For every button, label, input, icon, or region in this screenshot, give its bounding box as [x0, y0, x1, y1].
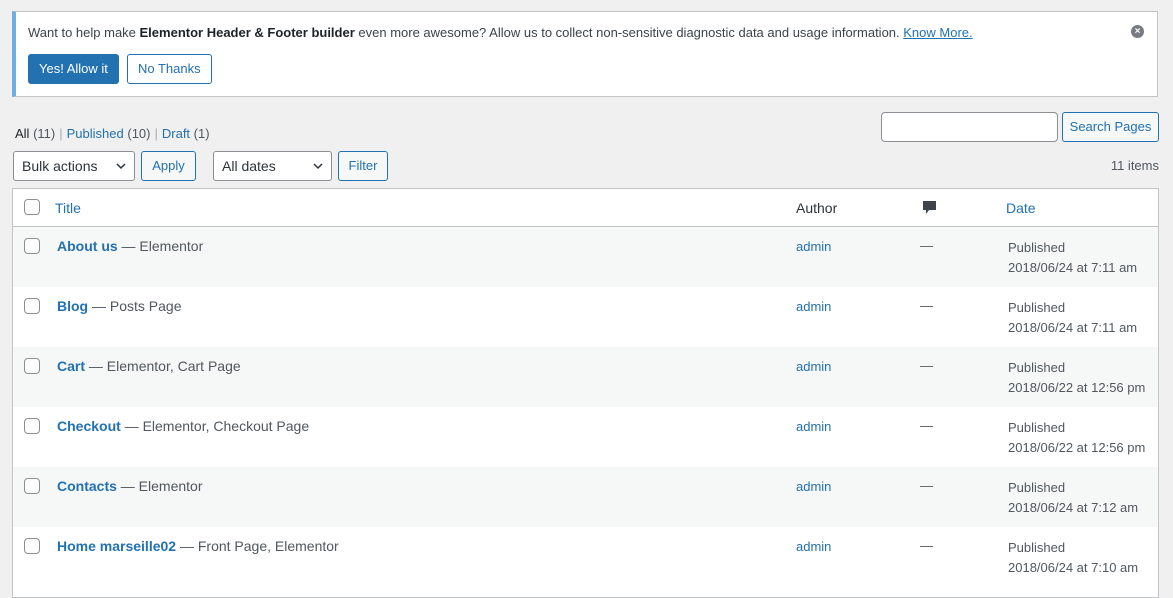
page-title-link[interactable]: Checkout: [57, 418, 121, 434]
notice-text-end: even more awesome? Allow us to collect n…: [354, 25, 904, 40]
row-title: Blog — Posts Page: [57, 298, 182, 314]
notice-message: Want to help make Elementor Header & Foo…: [28, 25, 973, 40]
date-filter-select[interactable]: All dates: [213, 151, 332, 181]
page-title-link[interactable]: Cart: [57, 358, 85, 374]
table-header: Title Author Date: [13, 189, 1158, 227]
row-checkbox[interactable]: [24, 298, 40, 314]
close-icon[interactable]: ×: [1131, 25, 1144, 38]
post-status: Published: [1008, 240, 1066, 255]
search-input[interactable]: [881, 112, 1058, 142]
bulk-actions-value: Bulk actions: [22, 158, 98, 174]
row-checkbox[interactable]: [24, 358, 40, 374]
row-checkbox[interactable]: [24, 238, 40, 254]
page-title-link[interactable]: Blog: [57, 298, 88, 314]
row-title: Cart — Elementor, Cart Page: [57, 358, 241, 374]
apply-button[interactable]: Apply: [141, 151, 196, 181]
row-title: Checkout — Elementor, Checkout Page: [57, 418, 309, 434]
select-all-checkbox[interactable]: [24, 199, 40, 215]
pages-table: Title Author Date About us — Elementor a…: [12, 188, 1159, 598]
row-date: Published 2018/06/24 at 7:12 am: [1008, 478, 1138, 518]
comment-bubble-icon[interactable]: [922, 200, 937, 216]
row-checkbox[interactable]: [24, 538, 40, 554]
post-status: Published: [1008, 480, 1066, 495]
author-link[interactable]: admin: [796, 419, 831, 434]
allow-button[interactable]: Yes! Allow it: [28, 54, 119, 84]
comment-count: —: [920, 478, 933, 493]
table-row: Blog — Posts Page admin — Published 2018/…: [13, 287, 1158, 347]
items-count: 11 items: [1110, 158, 1159, 173]
row-title: About us — Elementor: [57, 238, 203, 254]
post-status: Published: [1008, 360, 1066, 375]
know-more-link[interactable]: Know More.: [903, 25, 972, 40]
row-title: Home marseille02 — Front Page, Elementor: [57, 538, 339, 554]
comment-count: —: [920, 238, 933, 253]
table-row: Home marseille02 — Front Page, Elementor…: [13, 527, 1158, 587]
post-date: 2018/06/22 at 12:56 pm: [1008, 440, 1146, 455]
view-published[interactable]: Published (10): [67, 126, 151, 141]
row-title: Contacts — Elementor: [57, 478, 203, 494]
view-all[interactable]: All (11): [15, 126, 55, 141]
row-date: Published 2018/06/22 at 12:56 pm: [1008, 418, 1145, 458]
post-status: Published: [1008, 300, 1066, 315]
post-date: 2018/06/22 at 12:56 pm: [1008, 380, 1146, 395]
post-states: — Elementor, Cart Page: [85, 358, 241, 374]
bulk-actions-select[interactable]: Bulk actions: [13, 151, 135, 181]
post-status: Published: [1008, 420, 1066, 435]
row-date: Published 2018/06/24 at 7:10 am: [1008, 538, 1138, 578]
post-status: Published: [1008, 540, 1066, 555]
date-column-header[interactable]: Date: [1006, 200, 1036, 216]
no-thanks-button[interactable]: No Thanks: [127, 54, 212, 84]
chevron-down-icon: [116, 163, 126, 170]
page-title-link[interactable]: About us: [57, 238, 118, 254]
page-title-link[interactable]: Home marseille02: [57, 538, 176, 554]
notice-plugin-name: Elementor Header & Footer builder: [139, 25, 355, 40]
comment-count: —: [920, 298, 933, 313]
title-column-header[interactable]: Title: [55, 200, 81, 216]
post-date: 2018/06/24 at 7:11 am: [1008, 260, 1138, 275]
chevron-down-icon: [313, 163, 323, 170]
post-date: 2018/06/24 at 7:10 am: [1008, 560, 1139, 575]
table-row: About us — Elementor admin — Published 20…: [13, 227, 1158, 287]
notice-text-start: Want to help make: [28, 25, 140, 40]
author-link[interactable]: admin: [796, 239, 831, 254]
search-pages-button[interactable]: Search Pages: [1062, 112, 1159, 142]
view-filters: All (11) | Published (10) | Draft (1): [15, 126, 210, 141]
post-states: — Elementor: [117, 238, 204, 254]
post-states: — Elementor, Checkout Page: [120, 418, 310, 434]
comment-count: —: [920, 358, 933, 373]
row-date: Published 2018/06/24 at 7:11 am: [1008, 238, 1137, 278]
post-date: 2018/06/24 at 7:12 am: [1008, 500, 1139, 515]
table-row: Checkout — Elementor, Checkout Page admi…: [13, 407, 1158, 467]
row-date: Published 2018/06/24 at 7:11 am: [1008, 298, 1137, 338]
table-row: Contacts — Elementor admin — Published 20…: [13, 467, 1158, 527]
filter-button[interactable]: Filter: [338, 151, 388, 181]
row-checkbox[interactable]: [24, 478, 40, 494]
comment-count: —: [920, 418, 933, 433]
post-states: — Elementor: [116, 478, 203, 494]
table-row: Cart — Elementor, Cart Page admin — Publ…: [13, 347, 1158, 407]
author-link[interactable]: admin: [796, 299, 831, 314]
post-states: — Front Page, Elementor: [176, 538, 339, 554]
author-link[interactable]: admin: [796, 359, 831, 374]
date-filter-value: All dates: [222, 158, 276, 174]
page-title-link[interactable]: Contacts: [57, 478, 117, 494]
elementor-notice: Want to help make Elementor Header & Foo…: [12, 11, 1158, 97]
post-states: — Posts Page: [88, 298, 182, 314]
row-checkbox[interactable]: [24, 418, 40, 434]
author-link[interactable]: admin: [796, 479, 831, 494]
comment-count: —: [920, 538, 933, 553]
author-column-header: Author: [796, 200, 838, 216]
author-link[interactable]: admin: [796, 539, 831, 554]
post-date: 2018/06/24 at 7:11 am: [1008, 320, 1138, 335]
row-date: Published 2018/06/22 at 12:56 pm: [1008, 358, 1145, 398]
view-draft[interactable]: Draft (1): [162, 126, 210, 141]
